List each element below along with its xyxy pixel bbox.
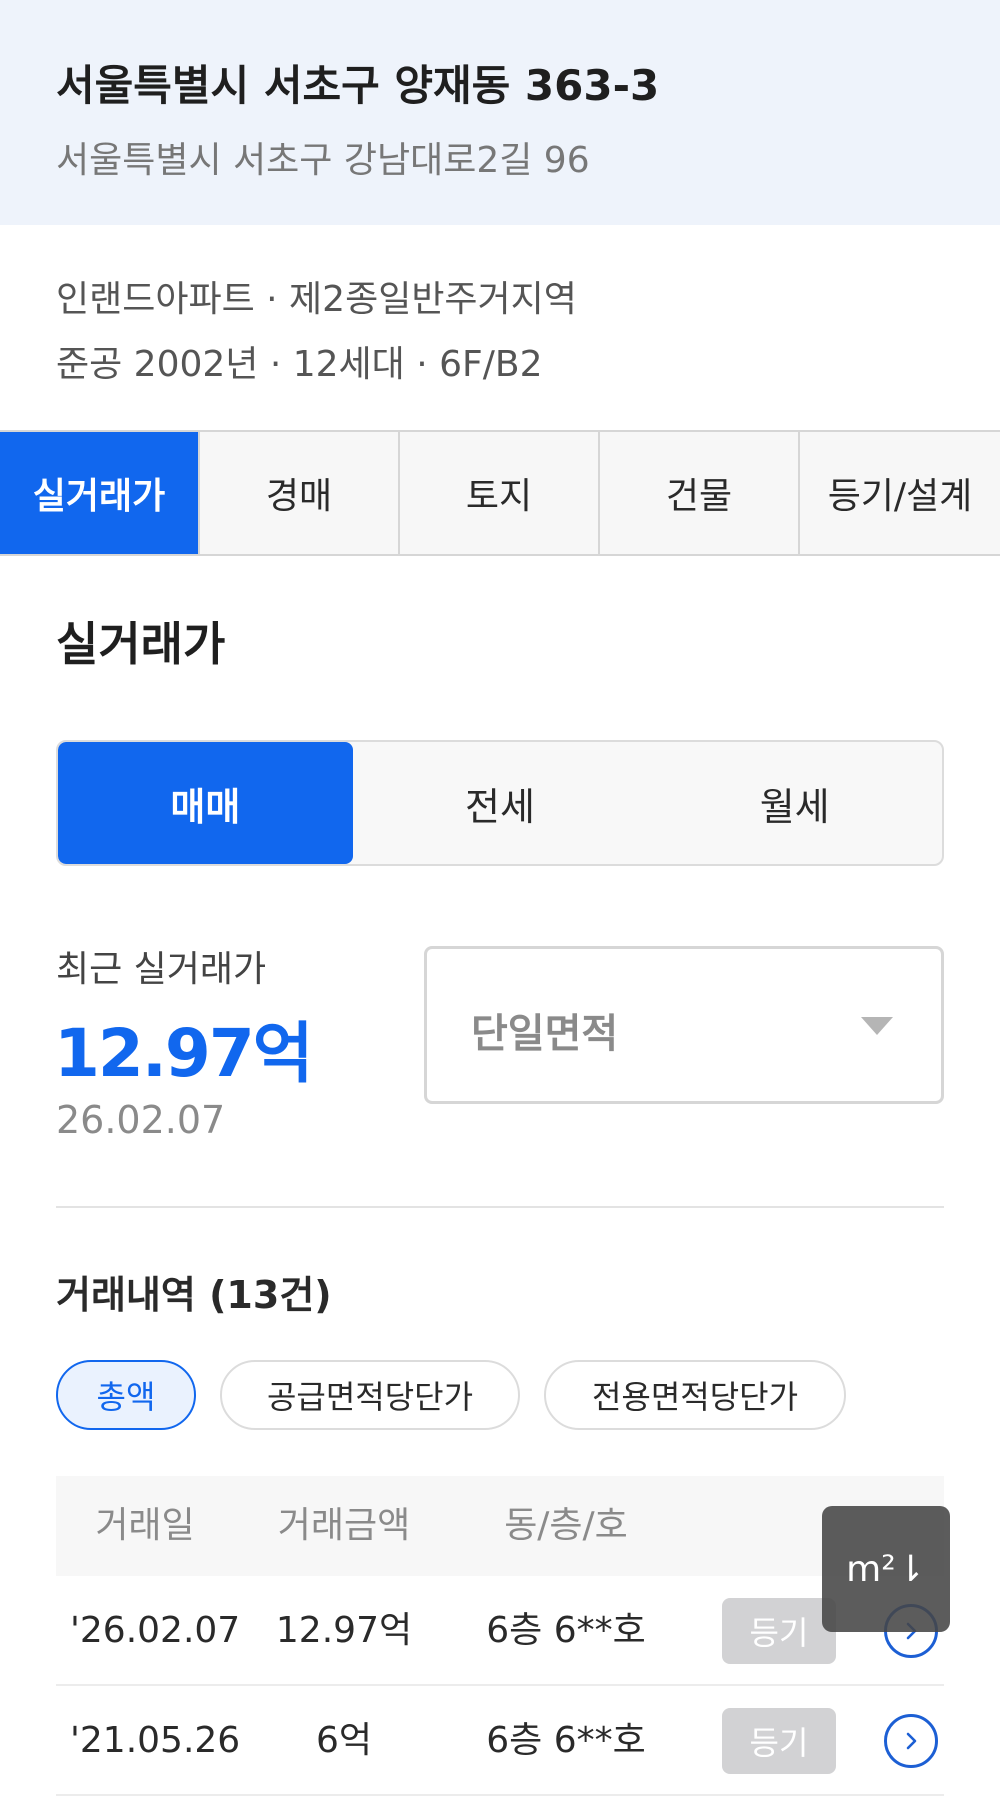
building-summary-line1: 인랜드아파트 · 제2종일반주거지역: [56, 279, 577, 320]
deal-type-sale[interactable]: 매매: [58, 742, 353, 864]
filter-chip-supply-unit-price[interactable]: 공급면적당단가: [220, 1360, 520, 1430]
table-header: 거래일 거래금액 동/층/호: [56, 1476, 944, 1576]
row-unit: 6층 6**호: [486, 1720, 646, 1761]
recent-price-date: 26.02.07: [56, 1098, 226, 1142]
row-date: '26.02.07: [70, 1610, 241, 1651]
deal-type-monthly[interactable]: 월세: [647, 742, 942, 864]
divider: [56, 1206, 944, 1208]
recent-price-value: 12.97억: [54, 1015, 313, 1092]
table-row[interactable]: '21.05.26 6억 6층 6**호 등기: [56, 1686, 944, 1796]
road-address: 서울특별시 서초구 강남대로2길 96: [56, 140, 590, 181]
history-title: 거래내역 (13건): [56, 1273, 332, 1317]
tab-auction[interactable]: 경매: [200, 432, 400, 554]
tab-registry-design[interactable]: 등기/설계: [800, 432, 1000, 554]
chevron-right-icon[interactable]: [884, 1714, 938, 1768]
lot-address: 서울특별시 서초구 양재동 363-3: [56, 61, 660, 110]
tab-land[interactable]: 토지: [400, 432, 600, 554]
tab-real-price[interactable]: 실거래가: [0, 432, 200, 554]
row-date: '21.05.26: [70, 1720, 241, 1761]
section-title: 실거래가: [56, 617, 226, 671]
row-amount: 6억: [315, 1720, 373, 1761]
table-row[interactable]: '26.02.07 12.97억 6층 6**호 등기: [56, 1576, 944, 1686]
transaction-table: 거래일 거래금액 동/층/호 '26.02.07 12.97억 6층 6**호 …: [56, 1476, 944, 1796]
category-tabs: 실거래가 경매 토지 건물 등기/설계: [0, 430, 1000, 556]
area-select-dropdown[interactable]: 단일면적: [424, 946, 944, 1104]
tab-building[interactable]: 건물: [600, 432, 800, 554]
row-unit: 6층 6**호: [486, 1610, 646, 1651]
registry-button[interactable]: 등기: [722, 1598, 836, 1664]
row-amount: 12.97억: [275, 1610, 413, 1651]
filter-chip-exclusive-unit-price[interactable]: 전용면적당단가: [544, 1360, 846, 1430]
column-header-unit: 동/층/호: [504, 1505, 628, 1546]
area-select-value: 단일면적: [471, 1011, 619, 1057]
deal-type-jeonse[interactable]: 전세: [353, 742, 648, 864]
building-summary-line2: 준공 2002년 · 12세대 · 6F/B2: [56, 344, 543, 385]
column-header-amount: 거래금액: [277, 1505, 411, 1546]
registry-button[interactable]: 등기: [722, 1708, 836, 1774]
chevron-down-icon: [861, 1017, 893, 1035]
recent-price-label: 최근 실거래가: [56, 949, 267, 990]
address-header: 서울특별시 서초구 양재동 363-3 서울특별시 서초구 강남대로2길 96: [0, 0, 1000, 225]
filter-chip-total[interactable]: 총액: [56, 1360, 196, 1430]
deal-type-segmented-control: 매매 전세 월세: [56, 740, 944, 866]
column-header-date: 거래일: [95, 1505, 195, 1546]
unit-toggle-button[interactable]: m²⇂: [822, 1506, 950, 1632]
